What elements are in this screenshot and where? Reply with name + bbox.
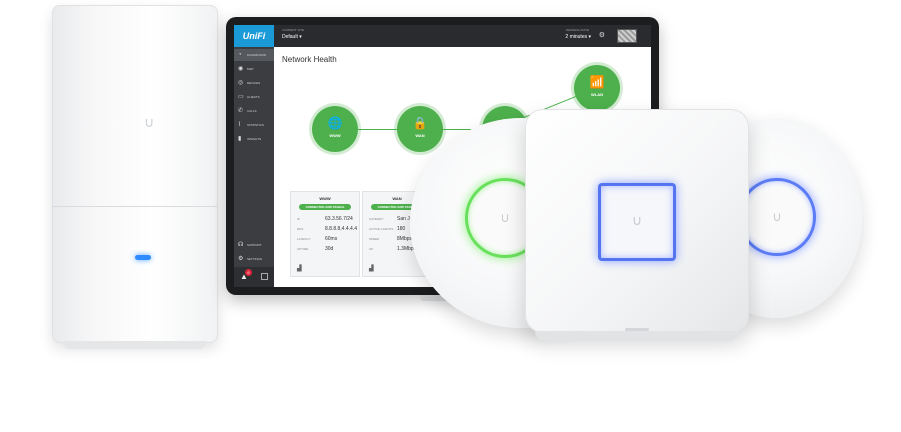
phone-icon: ✆	[238, 108, 244, 114]
row-label: DNS	[297, 227, 304, 231]
sidebar-item-label: STATISTICS	[247, 123, 264, 127]
gear-icon: ⚙	[238, 256, 244, 262]
globe-icon: 🌐	[327, 116, 343, 130]
refresh-rate-label: REFRESH RATE	[566, 28, 589, 32]
sidebar-item-label: CLIENTS	[247, 95, 260, 99]
row-label: LATENCY	[297, 237, 311, 241]
chart-icon[interactable]: ▟	[369, 265, 374, 272]
unifi-logo[interactable]: UniFi	[234, 25, 274, 47]
sidebar-item-label: DEVICES	[247, 81, 261, 85]
row-value: 8Mbps	[397, 236, 413, 242]
sidebar-item-devices[interactable]: ◎ DEVICES	[234, 77, 274, 89]
devices-icon: ◎	[238, 80, 244, 86]
device-seam	[52, 206, 218, 207]
sidebar-item-statistics[interactable]: ⌇ STATISTICS	[234, 119, 274, 131]
row-value: 8.8.8.8,4.4.4.4	[325, 226, 357, 232]
chart-icon[interactable]: ▟	[297, 265, 302, 272]
card-row: DNS 8.8.8.8,4.4.4.4	[297, 226, 357, 235]
alert-count-badge: 6	[245, 269, 252, 276]
row-label: UP	[369, 247, 374, 251]
sidebar-item-label: MAP	[247, 67, 254, 71]
collapse-sidebar-icon[interactable]	[261, 273, 268, 280]
card-www: WWW CONNECTED AND STABLE IP 63.3.56.7/24…	[290, 191, 360, 277]
status-led	[135, 255, 151, 260]
row-value: 63.3.56.7/24	[325, 216, 353, 222]
page-title: Network Health	[282, 55, 337, 64]
insights-icon: ▮	[238, 136, 242, 142]
node-label: WLAN	[591, 92, 603, 97]
card-title: WWW	[319, 196, 331, 201]
ubiquiti-logo-icon: ∪	[144, 114, 155, 130]
health-node-wan[interactable]: 🔒 WAN	[397, 106, 443, 152]
ubiquiti-logo-icon: ∪	[772, 209, 782, 224]
map-icon: ◉	[238, 66, 244, 72]
square-access-point: ∪	[525, 109, 749, 341]
row-value: 180	[397, 226, 406, 232]
node-label: WWW	[329, 133, 341, 138]
card-row: IP 63.3.56.7/24	[297, 216, 355, 225]
refresh-rate-selector[interactable]: 2 minutes ▾	[565, 34, 591, 40]
sidebar-item-label: CALLS	[247, 109, 257, 113]
headset-icon: ☊	[238, 242, 244, 248]
outdoor-access-point: ∪	[52, 5, 218, 349]
row-label: ACTIVE CLIENTS	[369, 227, 394, 231]
site-selector[interactable]: Default ▾	[282, 34, 302, 40]
row-label: IP	[297, 217, 300, 221]
row-value: 60ms	[325, 236, 338, 242]
card-row: LATENCY 60ms	[297, 236, 355, 245]
status-ring: ∪	[738, 178, 816, 256]
avatar[interactable]	[617, 29, 637, 43]
dashboard-icon: ◔	[238, 52, 242, 58]
ubiquiti-logo-icon: ∪	[631, 212, 643, 228]
row-label: SPEED	[369, 237, 380, 241]
row-label: UPTIME	[297, 247, 309, 251]
gear-icon[interactable]: ⚙	[599, 31, 605, 39]
sidebar-item-label: INSIGHTS	[247, 137, 262, 141]
sidebar-item-map[interactable]: ◉ MAP	[234, 63, 274, 75]
sidebar-item-support[interactable]: ☊ SUPPORT	[234, 239, 274, 251]
node-label: WAN	[415, 133, 425, 138]
sidebar-footer: ▲ 6	[234, 267, 274, 287]
health-node-wlan[interactable]: 📶 WLAN	[574, 65, 620, 111]
card-row: UPTIME 30d	[297, 246, 355, 255]
sidebar-item-label: SETTINGS	[247, 257, 263, 261]
health-node-www[interactable]: 🌐 WWW	[312, 106, 358, 152]
sidebar-item-settings[interactable]: ⚙ SETTINGS	[234, 253, 274, 265]
row-value: 30d	[325, 246, 334, 252]
sidebar-item-clients[interactable]: ▭ CLIENTS	[234, 91, 274, 103]
row-label: GATEWAY	[369, 217, 384, 221]
status-light-panel: ∪	[598, 183, 676, 261]
lock-icon: 🔒	[412, 116, 428, 130]
device-base	[535, 331, 739, 341]
sidebar-item-dashboard[interactable]: ◔ DASHBOARD	[234, 49, 274, 61]
statistics-icon: ⌇	[238, 122, 241, 128]
current-site-label: CURRENT SITE	[282, 28, 305, 32]
status-badge: CONNECTED AND STABLE	[299, 204, 351, 210]
clients-icon: ▭	[238, 94, 244, 100]
device-base	[64, 341, 206, 349]
sidebar-item-label: SUPPORT	[247, 243, 262, 247]
wifi-icon: 📶	[589, 75, 605, 89]
sidebar: ◔ DASHBOARD ◉ MAP ◎ DEVICES ▭ CLIENTS ✆ …	[234, 47, 274, 287]
sidebar-item-insights[interactable]: ▮ INSIGHTS	[234, 133, 274, 145]
sidebar-item-label: DASHBOARD	[247, 53, 267, 57]
sidebar-item-calls[interactable]: ✆ CALLS	[234, 105, 274, 117]
top-bar: UniFi CURRENT SITE Default ▾ REFRESH RAT…	[234, 25, 651, 47]
